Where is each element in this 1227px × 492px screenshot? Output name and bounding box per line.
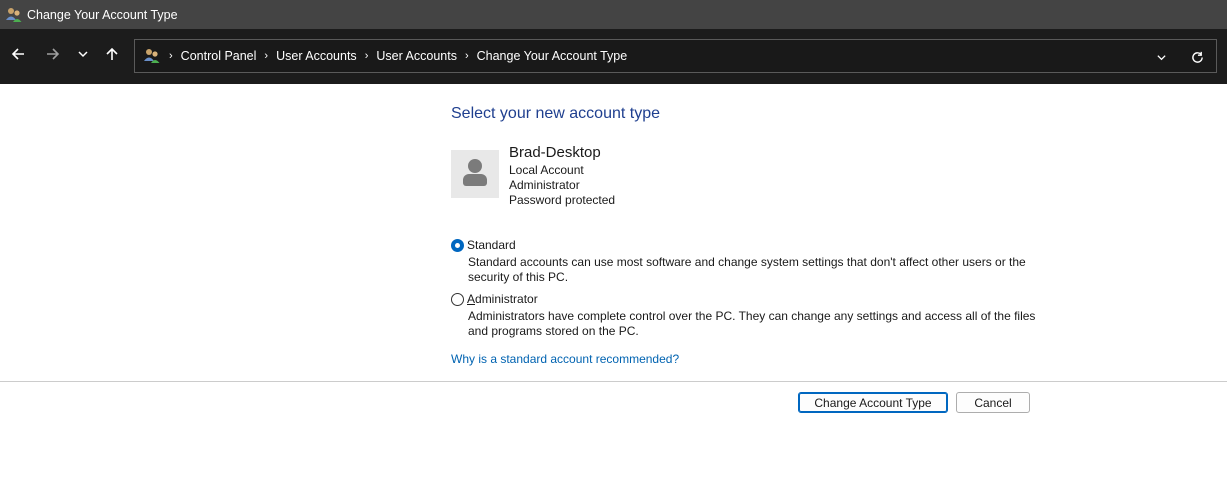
chevron-right-icon[interactable]: › [365, 50, 369, 62]
refresh-button[interactable] [1188, 48, 1206, 66]
breadcrumb-item[interactable]: User Accounts [376, 49, 457, 63]
administrator-radio[interactable] [451, 292, 464, 306]
help-link[interactable]: Why is a standard account recommended? [451, 352, 679, 366]
recent-locations-button[interactable] [70, 43, 96, 69]
cancel-button[interactable]: Cancel [956, 392, 1030, 413]
avatar [451, 150, 499, 198]
arrow-left-icon [11, 47, 25, 66]
chevron-down-icon [77, 47, 89, 65]
title-bar: Change Your Account Type [0, 0, 1227, 29]
change-account-type-button[interactable]: Change Account Type [798, 392, 948, 413]
administrator-description: Administrators have complete control ove… [468, 309, 1036, 338]
administrator-option[interactable]: Administrator [451, 292, 538, 306]
arrow-right-icon [46, 47, 60, 66]
account-type: Local Account [509, 163, 584, 177]
navigation-bar: › Control Panel › User Accounts › User A… [0, 29, 1227, 84]
window-title: Change Your Account Type [27, 7, 178, 22]
address-bar[interactable]: › Control Panel › User Accounts › User A… [134, 39, 1217, 73]
user-accounts-icon [5, 6, 23, 24]
breadcrumb-item[interactable]: Change Your Account Type [477, 49, 628, 63]
address-history-button[interactable] [1152, 48, 1170, 66]
refresh-icon [1191, 51, 1203, 63]
administrator-label[interactable]: Administrator [467, 292, 538, 306]
forward-button[interactable] [40, 43, 66, 69]
breadcrumb-item[interactable]: User Accounts [276, 49, 357, 63]
divider [0, 381, 1227, 382]
standard-radio[interactable] [451, 238, 464, 252]
chevron-down-icon [1156, 54, 1166, 60]
breadcrumb-item[interactable]: Control Panel [181, 49, 257, 63]
standard-option[interactable]: Standard [451, 238, 516, 252]
standard-description: Standard accounts can use most software … [468, 255, 1026, 284]
chevron-right-icon: › [169, 50, 173, 62]
account-name: Brad-Desktop [509, 144, 601, 161]
page-title: Select your new account type [451, 105, 661, 122]
user-accounts-icon [143, 47, 161, 65]
chevron-right-icon[interactable]: › [264, 50, 268, 62]
standard-label[interactable]: Standard [467, 238, 516, 252]
back-button[interactable] [5, 43, 31, 69]
password-status: Password protected [509, 193, 616, 207]
main-content: Select your new account type Brad-Deskto… [0, 84, 1227, 492]
up-button[interactable] [99, 43, 125, 69]
chevron-right-icon[interactable]: › [465, 50, 469, 62]
account-role: Administrator [509, 178, 580, 192]
arrow-up-icon [105, 47, 119, 66]
